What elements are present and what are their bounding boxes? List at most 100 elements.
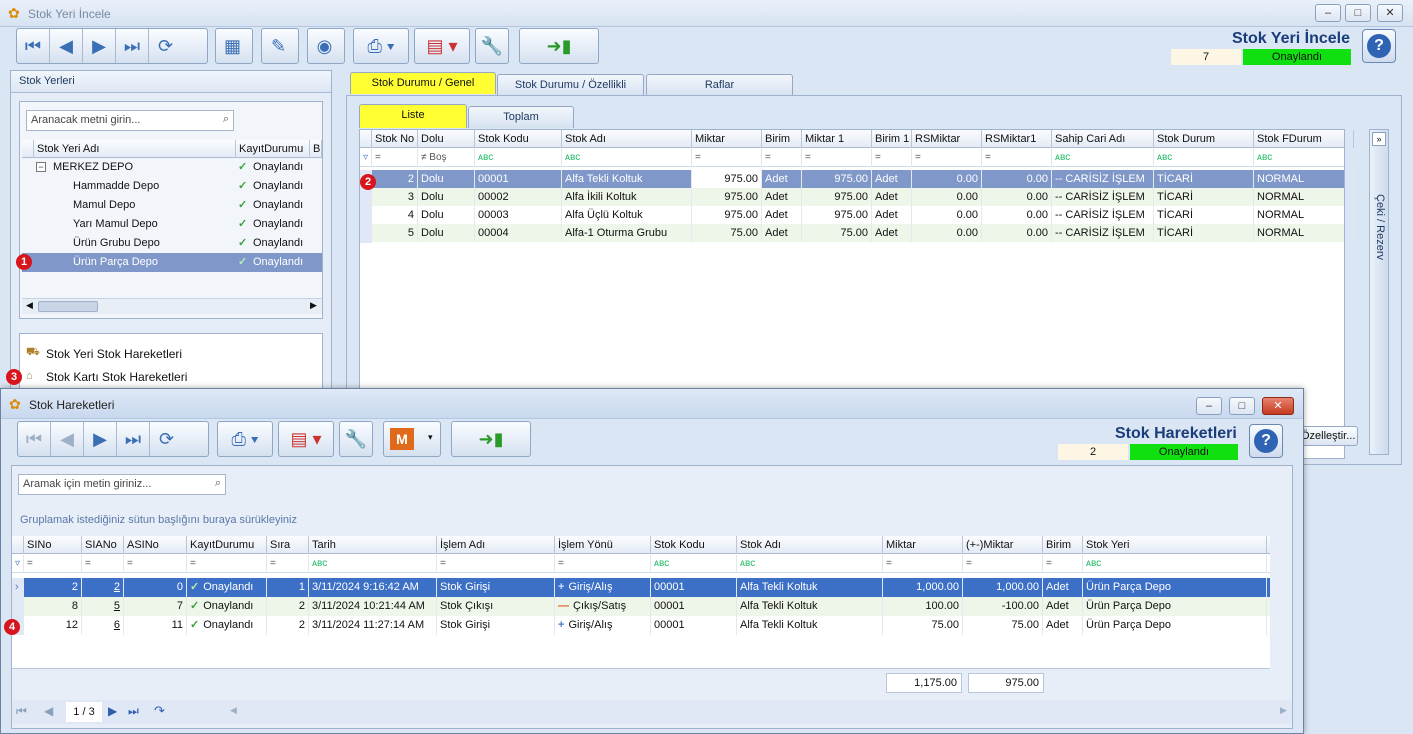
filter-cell[interactable]: = — [372, 149, 418, 167]
pager-next-icon[interactable]: ▶ — [108, 704, 117, 718]
filter-cell[interactable]: = — [872, 149, 912, 167]
tree-row[interactable]: Mamul Depo ✓ Onaylandı — [22, 196, 322, 215]
grid-header-col[interactable]: Stok Adı — [562, 130, 692, 148]
dialog-filter-cell[interactable]: = — [1043, 555, 1083, 573]
collapse-icon[interactable]: − — [36, 162, 46, 172]
tree-search-input[interactable]: Aranacak metni girin... ⌕ — [26, 110, 234, 131]
dialog-filter-cell[interactable]: ᴀʙc — [737, 555, 883, 573]
side-tab-strip[interactable]: » Çeki / Rezerv — [1369, 129, 1389, 455]
link-stok-karti-hareketleri[interactable]: Stok Kartı Stok Hareketleri — [46, 370, 187, 384]
dropdown-arrow-icon[interactable]: ▾ — [428, 432, 433, 443]
grid-header-col[interactable]: Stok No — [372, 130, 418, 148]
stok-grid-filter-row[interactable]: ▿ = ≠ Boş ᴀʙc ᴀʙc = = = = = = ᴀʙc ᴀʙc ᴀʙc — [360, 149, 1354, 167]
tree-row[interactable]: − MERKEZ DEPO ✓ Onaylandı — [22, 158, 322, 177]
grid-header-col[interactable]: RSMiktar — [912, 130, 982, 148]
tree-hscrollbar[interactable]: ◀ ▶ — [22, 298, 322, 314]
link-stok-yeri-hareketleri[interactable]: Stok Yeri Stok Hareketleri — [46, 347, 182, 361]
minimize-button[interactable]: – — [1315, 4, 1341, 22]
dialog-close-button[interactable]: ✕ — [1262, 397, 1294, 415]
dialog-prev-icon[interactable]: ◀ — [51, 422, 84, 456]
print-button[interactable]: ⎙ ▾ — [353, 28, 409, 64]
grid-header-col[interactable]: Stok Durum — [1154, 130, 1254, 148]
dialog-header-col[interactable]: (+-)Miktar — [963, 536, 1043, 554]
dialog-header-col[interactable]: SINo — [24, 536, 82, 554]
dialog-search-input[interactable]: Aramak için metin giriniz... ⌕ — [18, 474, 226, 495]
dialog-refresh-icon[interactable]: ⟳ — [150, 422, 183, 456]
dialog-filter-cell[interactable]: ᴀʙc — [651, 555, 737, 573]
grid-header-col[interactable]: Sahip Cari Adı — [1052, 130, 1154, 148]
dialog-minimize-button[interactable]: – — [1196, 397, 1222, 415]
close-button[interactable]: ✕ — [1377, 4, 1403, 22]
dialog-maximize-button[interactable]: □ — [1229, 397, 1255, 415]
dialog-header-col[interactable]: ASINo — [124, 536, 187, 554]
dialog-filter-cell[interactable]: = — [555, 555, 651, 573]
stok-grid-row[interactable]: 4 Dolu 00003 Alfa Üçlü Koltuk 975.00 Adet 975.… — [360, 206, 1354, 225]
last-record-icon[interactable]: ⏭ — [116, 29, 149, 63]
dialog-grid-cell[interactable]: 6 — [82, 616, 124, 635]
group-panel-hint[interactable]: Gruplamak istediğiniz sütun başlığını bu… — [20, 514, 297, 526]
dialog-filter-cell[interactable]: = — [437, 555, 555, 573]
filter-cell[interactable]: = — [982, 149, 1052, 167]
grid-header-col[interactable]: Stok Kodu — [475, 130, 562, 148]
preview-button[interactable]: ◉ — [307, 28, 345, 64]
dialog-header-col[interactable]: İşlem Yönü — [555, 536, 651, 554]
dialog-filter-cell[interactable]: ᴀʙc — [309, 555, 437, 573]
dialog-grid-row[interactable]: 12 6 11 ✓ Onaylandı 2 3/11/2024 11:27:14 AM Sto… — [12, 616, 1270, 635]
pager-prev-icon[interactable]: ◀ — [44, 704, 53, 718]
grid-header-col[interactable]: Birim 1 — [872, 130, 912, 148]
filter-cell[interactable]: = — [762, 149, 802, 167]
grid-header-col[interactable]: Stok FDurum — [1254, 130, 1354, 148]
dialog-grid-cell[interactable]: 2 — [82, 578, 124, 597]
filter-cell[interactable]: ᴀʙc — [1154, 149, 1254, 167]
customize-button[interactable]: Özelleştir... — [1300, 426, 1358, 446]
maximize-button[interactable]: □ — [1345, 4, 1371, 22]
dialog-filter-cell[interactable]: = — [82, 555, 124, 573]
side-tab-label[interactable]: Çeki / Rezerv — [1374, 194, 1386, 260]
dialog-header-col[interactable]: KayıtDurumu — [187, 536, 267, 554]
filter-cell[interactable]: ≠ Boş — [418, 149, 475, 167]
tree-header-status[interactable]: KayıtDurumu — [236, 140, 310, 158]
dialog-grid-filter-row[interactable]: ▿ = = = = = ᴀʙc = = ᴀʙc ᴀʙc = = = ᴀʙc — [12, 555, 1270, 573]
grid-header-col[interactable]: Miktar — [692, 130, 762, 148]
pager-refresh-icon[interactable]: ↷ — [154, 703, 165, 719]
scroll-right-icon[interactable]: ▶ — [310, 300, 317, 311]
subtab-toplam[interactable]: Toplam — [468, 106, 574, 128]
dialog-grid-row[interactable]: 8 5 7 ✓ Onaylandı 2 3/11/2024 10:21:44 AM Stok … — [12, 597, 1270, 616]
dialog-filter-cell[interactable]: = — [883, 555, 963, 573]
tree-header-name[interactable]: Stok Yeri Adı — [34, 140, 236, 158]
settings-button[interactable]: 🔧 — [475, 28, 509, 64]
filter-cell[interactable]: ᴀʙc — [475, 149, 562, 167]
stok-grid-row[interactable]: 3 Dolu 00002 Alfa İkili Koltuk 975.00 Adet 975… — [360, 188, 1354, 207]
stok-grid-row[interactable]: 5 Dolu 00004 Alfa-1 Oturma Grubu 75.00 Adet 75… — [360, 224, 1354, 243]
edit-button[interactable]: ✎ — [261, 28, 299, 64]
dialog-filter-cell[interactable]: = — [124, 555, 187, 573]
dialog-header-col[interactable]: Birim — [1043, 536, 1083, 554]
dialog-filter-cell[interactable]: = — [24, 555, 82, 573]
tab-raflar[interactable]: Raflar — [646, 74, 793, 96]
dialog-next-icon[interactable]: ▶ — [84, 422, 117, 456]
refresh-icon[interactable]: ⟳ — [149, 29, 182, 63]
dialog-filter-cell[interactable]: = — [963, 555, 1043, 573]
dialog-header-col[interactable]: Stok Yeri — [1083, 536, 1267, 554]
dialog-settings-button[interactable]: 🔧 — [339, 421, 373, 457]
dialog-header-col[interactable]: SIANo — [82, 536, 124, 554]
filter-cell[interactable]: = — [912, 149, 982, 167]
grid-header-col[interactable]: Birim — [762, 130, 802, 148]
dialog-help-button[interactable]: ? — [1249, 424, 1283, 458]
dialog-last-icon[interactable]: ⏭ — [117, 422, 150, 456]
dialog-header-col[interactable]: Sıra — [267, 536, 309, 554]
dialog-print-button[interactable]: ⎙ ▾ — [217, 421, 273, 457]
exit-button[interactable]: ➜▮ — [519, 28, 599, 64]
dialog-header-col[interactable]: Stok Adı — [737, 536, 883, 554]
help-button[interactable]: ? — [1362, 29, 1396, 63]
prev-record-icon[interactable]: ◀ — [50, 29, 83, 63]
dialog-exit-button[interactable]: ➜▮ — [451, 421, 531, 457]
dialog-filter-cell[interactable]: = — [267, 555, 309, 573]
scroll-left-icon[interactable]: ◀ — [26, 300, 33, 311]
first-record-icon[interactable]: ⏮ — [17, 29, 50, 63]
dialog-m-button[interactable]: M ▾ — [383, 421, 441, 457]
report-button[interactable]: ▦ — [215, 28, 253, 64]
filter-cell[interactable]: ▿ — [360, 149, 372, 167]
dialog-pdf-button[interactable]: ▤ ▾ — [278, 421, 334, 457]
tree-row[interactable]: Ürün Grubu Depo ✓ Onaylandı — [22, 234, 322, 253]
